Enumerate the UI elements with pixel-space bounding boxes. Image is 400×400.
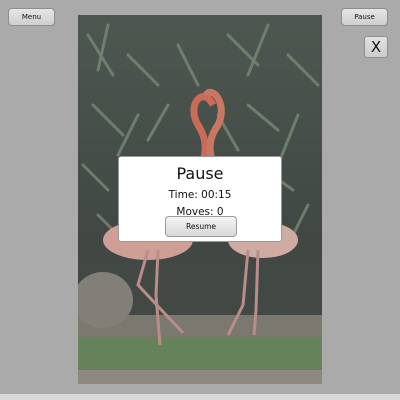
resume-button[interactable]: Resume [165, 216, 237, 237]
close-button[interactable]: X [364, 36, 388, 58]
dialog-title: Pause [176, 164, 224, 183]
bottom-strip [0, 394, 400, 400]
time-stat: Time: 00:15 [119, 189, 281, 201]
pause-button[interactable]: Pause [341, 8, 388, 26]
pause-dialog: Pause Time: 00:15 Moves: 0 Resume [118, 156, 282, 242]
time-label: Time: [168, 189, 198, 201]
close-icon: X [370, 38, 382, 56]
time-value: 00:15 [201, 189, 232, 201]
menu-button[interactable]: Menu [8, 8, 55, 26]
